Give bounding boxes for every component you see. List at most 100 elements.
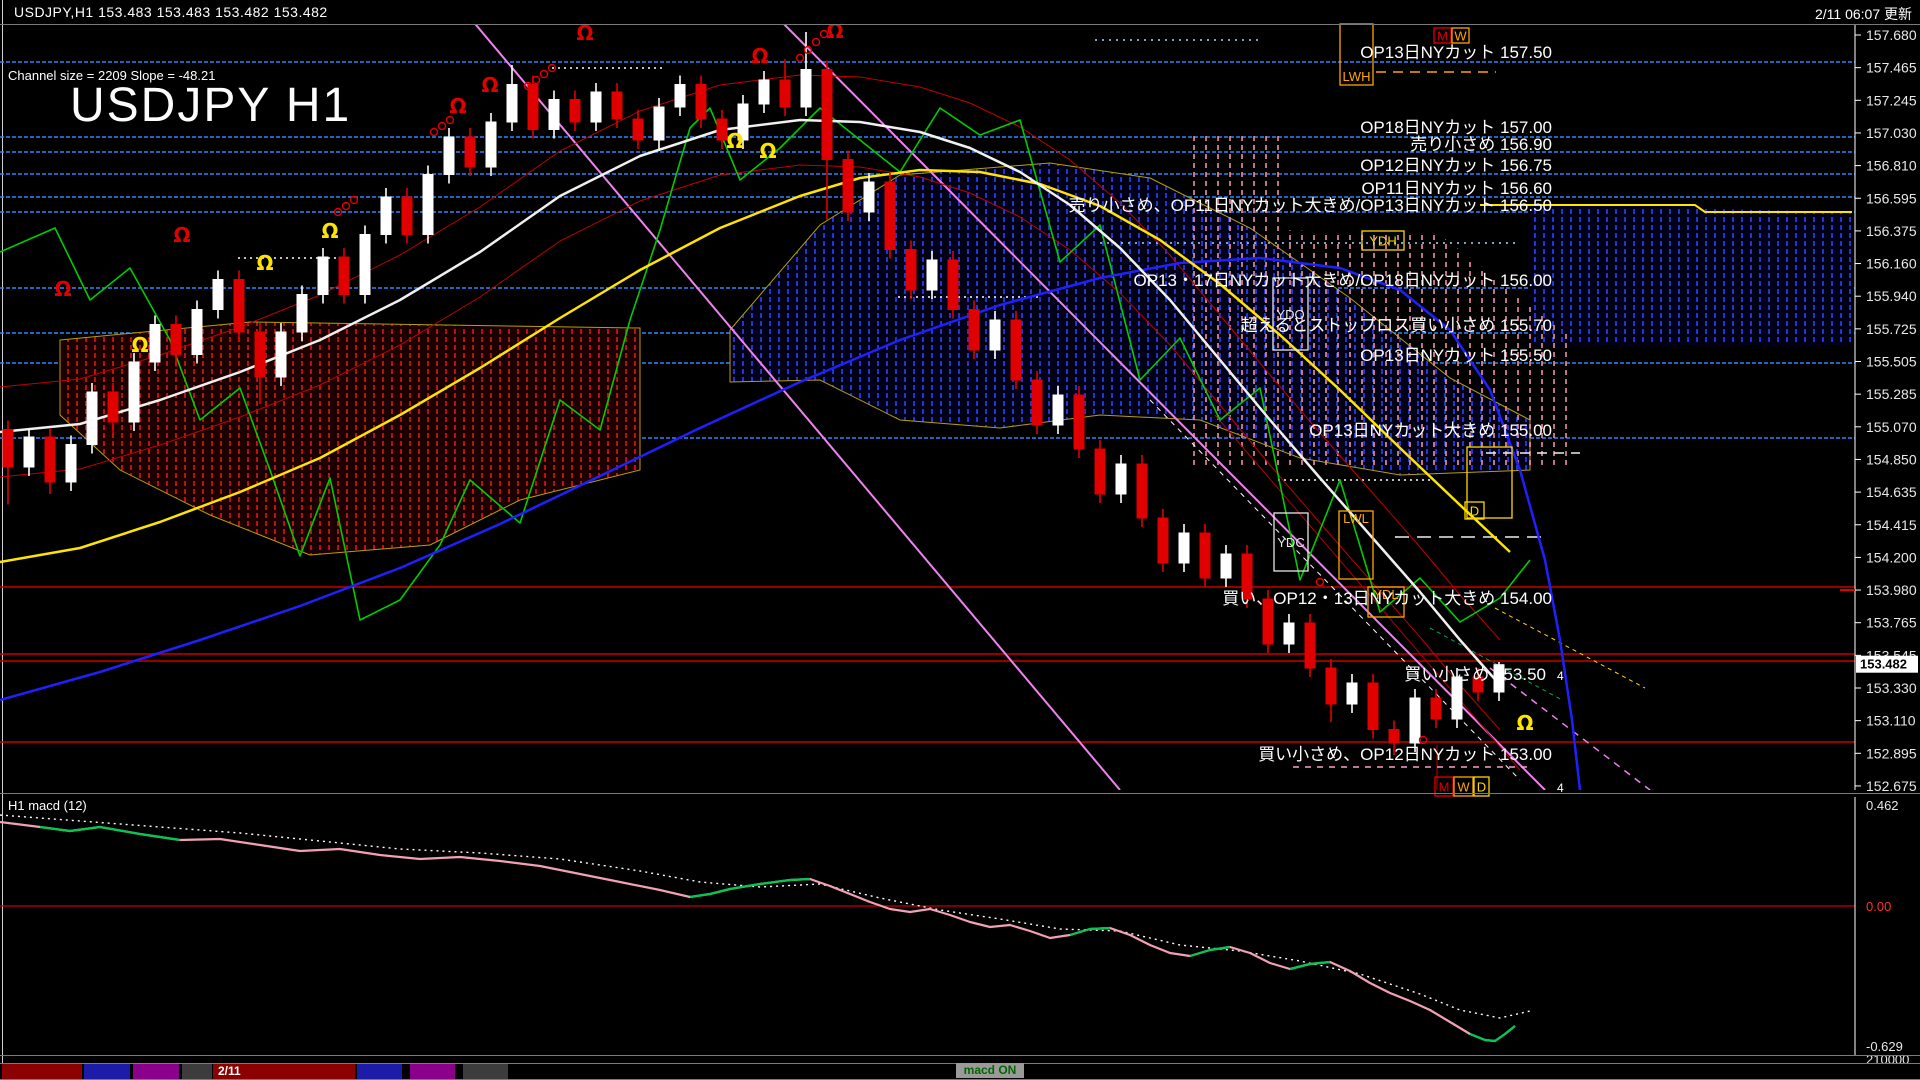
- candle-body: [1137, 464, 1147, 518]
- price-axis-label: 156.810: [1866, 158, 1917, 174]
- candle-body: [1389, 730, 1399, 744]
- signal-marker-yellow-4: Ω: [759, 139, 776, 163]
- candle-24: [507, 65, 517, 131]
- price-axis-label: 155.505: [1866, 354, 1917, 370]
- candle-3: [66, 436, 76, 492]
- macd-pane[interactable]: [0, 815, 1855, 1041]
- candle-38: [801, 32, 811, 116]
- level-box-label: YDH: [1369, 234, 1396, 249]
- candle-body: [129, 362, 139, 422]
- candle-body: [339, 257, 349, 295]
- op-annotation-11: 買い小さめ 153.50: [1404, 665, 1546, 684]
- candle-body: [1347, 683, 1357, 704]
- candle-52: [1095, 440, 1105, 503]
- op-annotation-3: OP12日NYカット 156.75: [1360, 156, 1552, 175]
- candle-39: [822, 61, 832, 220]
- level-box-label: M: [1437, 29, 1448, 44]
- macd-main-line-green-4: [1290, 962, 1330, 969]
- candle-body: [696, 85, 706, 120]
- price-axis-label: 154.200: [1866, 549, 1917, 565]
- level-box-LWL: LWL: [1339, 511, 1373, 579]
- signal-marker-red-1: Ω: [826, 19, 843, 43]
- candle-1: [24, 428, 34, 476]
- price-axis-label: 155.940: [1866, 288, 1917, 304]
- candle-body: [276, 332, 286, 377]
- candle-26: [549, 91, 559, 139]
- candle-25: [528, 76, 538, 139]
- candle-body: [675, 85, 685, 108]
- candle-body: [1284, 623, 1294, 644]
- current-price-tag: 153.482: [1856, 656, 1918, 673]
- candle-0: [3, 421, 13, 505]
- price-axis-label: 157.030: [1866, 125, 1917, 141]
- circle-marker-11: [431, 129, 438, 136]
- circle-marker-6: [813, 39, 820, 46]
- candle-body: [1053, 395, 1063, 425]
- header-separator: [0, 24, 1920, 25]
- level-box-label: YDC: [1277, 535, 1304, 550]
- candle-body: [591, 92, 601, 122]
- candle-20: [423, 166, 433, 244]
- candle-62: [1305, 614, 1315, 677]
- candle-6: [129, 353, 139, 431]
- chart-watermark-title: USDJPY H1: [70, 78, 351, 133]
- level-box-label: W: [1454, 29, 1467, 44]
- timeline-segment-1: [84, 1064, 130, 1079]
- macd-axis-label-1: 0.00: [1866, 899, 1891, 914]
- candle-65: [1368, 674, 1378, 739]
- candle-body: [150, 325, 160, 363]
- macd-on-button[interactable]: macd ON: [956, 1063, 1024, 1078]
- price-axis[interactable]: 157.680157.465157.245157.030156.810156.5…: [1840, 25, 1918, 1067]
- candle-9: [192, 301, 202, 364]
- op-annotation-12: 買い小さめ、OP12日NYカット 153.00: [1258, 745, 1552, 764]
- price-axis-label: 154.415: [1866, 517, 1917, 533]
- channel-info-label: Channel size = 2209 Slope = -48.21: [8, 68, 215, 83]
- op-annotation-9: OP13日NYカット大きめ 155.00: [1309, 421, 1552, 440]
- candle-body: [654, 107, 664, 140]
- price-axis-label: 154.635: [1866, 484, 1917, 500]
- candle-16: [339, 248, 349, 304]
- candle-53: [1116, 455, 1126, 503]
- candle-22: [465, 128, 475, 176]
- circle-marker-2: [541, 71, 548, 78]
- signal-marker-red-2: Ω: [751, 44, 768, 68]
- level-box-label: D: [1470, 504, 1479, 519]
- candle-27: [570, 91, 580, 132]
- price-axis-label: 157.245: [1866, 92, 1917, 108]
- candle-2: [45, 428, 55, 494]
- candle-61: [1284, 614, 1294, 653]
- candle-body: [549, 100, 559, 130]
- price-chart-canvas[interactable]: ΩΩΩΩΩΩΩΩΩΩΩΩΩ 44LWHMWYDHYDOYDCLWLYDLDMWD…: [0, 0, 1920, 1080]
- level-box-W: W: [1452, 28, 1469, 44]
- trading-app-window: USDJPY,H1 153.483 153.483 153.482 153.48…: [0, 0, 1920, 1080]
- price-axis-label: 154.850: [1866, 451, 1917, 467]
- candle-body: [1410, 698, 1420, 743]
- op-annotation-5: 売り小さめ、OP11日NYカット大きめ/OP13日NYカット 156.50: [1069, 196, 1552, 215]
- candle-42: [885, 173, 895, 259]
- price-axis-label: 152.675: [1866, 778, 1917, 794]
- circle-marker-4: [797, 55, 804, 62]
- macd-main-line-green-0: [40, 827, 180, 840]
- candle-body: [948, 260, 958, 310]
- candle-49: [1032, 371, 1042, 434]
- candle-64: [1347, 674, 1357, 713]
- circle-marker-14: [1317, 579, 1324, 586]
- signal-marker-red-5: Ω: [173, 223, 190, 247]
- timeline-segment-7: [463, 1064, 508, 1079]
- candle-48: [1011, 311, 1021, 389]
- ichimoku-cloud-future: [1530, 205, 1852, 345]
- timeline-segment-6: [410, 1064, 455, 1079]
- candle-body: [1326, 668, 1336, 704]
- candle-body: [1158, 518, 1168, 563]
- candle-body: [465, 137, 475, 167]
- pane-separator-top: [0, 793, 1920, 794]
- candle-body: [759, 80, 769, 104]
- level-box-D: D: [1465, 502, 1484, 519]
- candle-51: [1074, 386, 1084, 458]
- level-box-M: M: [1434, 28, 1451, 44]
- candle-body: [444, 137, 454, 175]
- candle-67: [1410, 689, 1420, 752]
- candle-body: [780, 80, 790, 107]
- current-price-tag-value: 153.482: [1860, 657, 1907, 672]
- candle-body: [969, 310, 979, 351]
